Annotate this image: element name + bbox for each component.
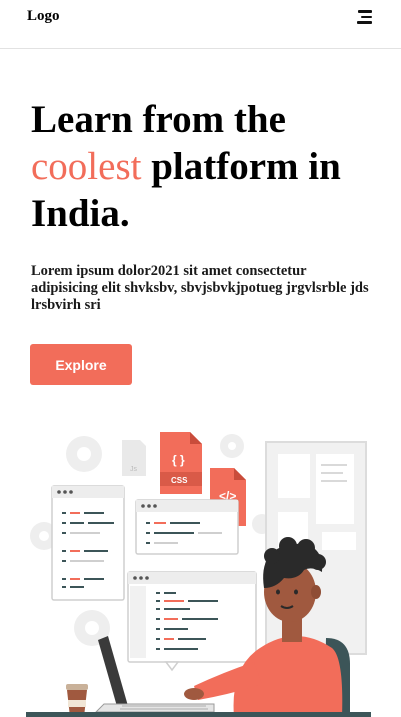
hero-title-accent: coolest — [31, 145, 142, 188]
css-file-icon: { } CSS — [160, 432, 202, 494]
navbar: Logo — [0, 0, 401, 49]
developer-coding-illustration: Js { } CSS </> — [26, 432, 371, 717]
hero-title: Learn from the coolest platform in India… — [31, 96, 381, 237]
logo[interactable]: Logo — [27, 8, 60, 25]
code-window — [135, 499, 239, 555]
js-file-icon: Js — [122, 440, 146, 476]
code-window — [127, 571, 257, 672]
hero-description: Lorem ipsum dolor2021 sit amet consectet… — [31, 263, 369, 313]
explore-button[interactable]: Explore — [30, 344, 132, 385]
hero-title-part1: Learn from the — [31, 98, 286, 141]
hamburger-menu-icon[interactable] — [357, 10, 373, 24]
svg-text:{ }: { } — [172, 453, 185, 467]
svg-text:CSS: CSS — [171, 476, 188, 485]
code-window — [51, 485, 125, 601]
desk — [26, 712, 371, 717]
svg-text:Js: Js — [130, 466, 138, 473]
